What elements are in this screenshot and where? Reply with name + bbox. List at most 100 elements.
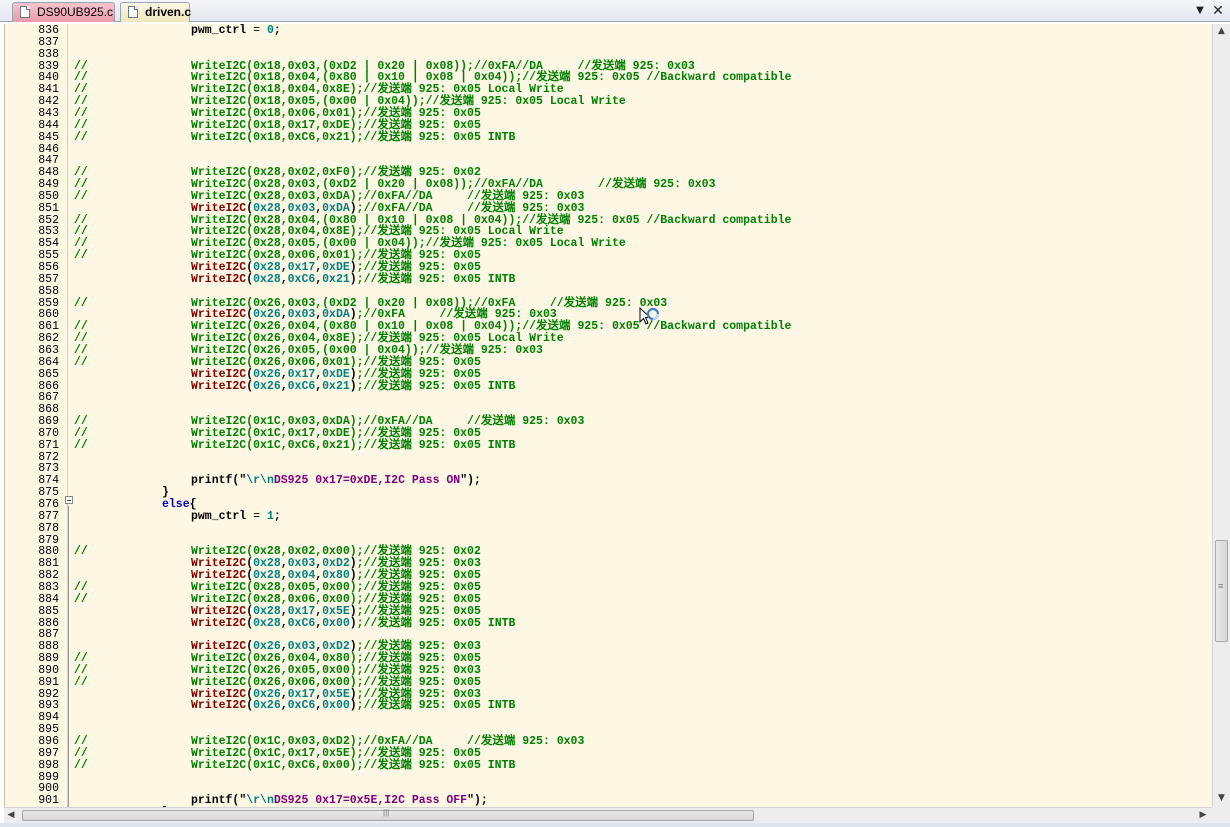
line-number: 858 — [38, 284, 59, 298]
comment-marker: // — [74, 296, 88, 310]
code-token: ) — [349, 379, 357, 393]
vertical-scrollbar[interactable]: ▲ ▼ — [1212, 24, 1230, 807]
tab-list-dropdown-icon[interactable]: ▼ — [1192, 3, 1208, 19]
comment-marker: // — [74, 118, 88, 132]
code-token: ;//发送端 925: 0x05 INTB — [356, 699, 516, 713]
comment-marker: // — [74, 592, 88, 606]
code-token: 0x28 — [253, 616, 281, 630]
code-token: WriteI2C(0x1C,0xC6,0x21);//发送端 925: 0x05… — [191, 438, 516, 452]
line-number: 838 — [38, 47, 59, 61]
code-text: printf("\r\nDS925 0x17=0xDE,I2C Pass ON"… — [191, 475, 481, 487]
code-token: 0x26 — [253, 699, 281, 713]
code-token: DS925 0x17=0x5E,I2C Pass OFF — [273, 794, 468, 807]
code-token: 0x28 — [253, 272, 281, 286]
code-token: WriteI2C — [191, 272, 247, 286]
code-token: pwm_ctrl — [191, 24, 247, 37]
code-token: , — [280, 272, 288, 286]
code-token: 0x21 — [322, 379, 350, 393]
code-token: printf — [191, 474, 233, 488]
scroll-right-icon[interactable]: ▶ — [1196, 808, 1210, 823]
code-token: 0xC6 — [287, 379, 316, 393]
code-text: WriteI2C(0x18,0xC6,0x21);//发送端 925: 0x05… — [191, 130, 516, 144]
code-token: \r\n — [246, 794, 274, 807]
fold-toggle-icon[interactable] — [65, 496, 73, 504]
file-icon — [20, 6, 30, 18]
scroll-corner — [1212, 807, 1230, 823]
code-token: pwm_ctrl — [191, 509, 247, 523]
line-number: 891 — [38, 675, 59, 689]
tab-ds90ub925[interactable]: DS90UB925.c — [12, 2, 115, 22]
code-text: WriteI2C(0x26,0xC6,0x00);//发送端 925: 0x05… — [191, 700, 515, 712]
code-token: \r\n — [246, 474, 274, 488]
code-token: ) — [349, 616, 357, 630]
tab-bar: DS90UB925.c driven.c ▼ ✕ — [0, 0, 1230, 22]
line-number: 865 — [38, 367, 59, 381]
code-token: , — [280, 379, 288, 393]
horizontal-scroll-thumb[interactable] — [22, 808, 754, 821]
close-tab-icon[interactable]: ✕ — [1210, 3, 1226, 19]
tab-driven[interactable]: driven.c — [120, 2, 192, 22]
code-token: ) — [349, 272, 357, 286]
code-token: 0xC6 — [287, 616, 316, 630]
code-token: printf — [191, 794, 233, 807]
comment-marker: // — [74, 438, 88, 452]
comment-marker: // — [74, 189, 88, 203]
code-token: , — [280, 699, 288, 713]
code-token: , — [280, 616, 288, 630]
code-token: WriteI2C(0x1C,0xC6,0x00);//发送端 925: 0x05… — [191, 758, 516, 772]
code-token: (" — [232, 794, 247, 807]
line-number: 878 — [38, 521, 59, 535]
comment-marker: // — [74, 355, 88, 369]
code-token: ;//发送端 925: 0x05 INTB — [356, 379, 516, 393]
scroll-left-icon[interactable]: ◀ — [4, 808, 18, 823]
code-token: 0xC6 — [287, 272, 316, 286]
code-token: 1 — [266, 509, 274, 523]
code-token: (" — [232, 474, 247, 488]
code-editor[interactable]: 836 pwm_ctrl = 0; 837 838 839//WriteI2C(0x18… — [4, 24, 1213, 807]
tab-label: driven.c — [145, 5, 192, 19]
code-token: 0x00 — [322, 699, 350, 713]
scroll-up-icon[interactable]: ▲ — [1213, 24, 1230, 38]
comment-marker: // — [74, 249, 88, 263]
vertical-scroll-thumb[interactable] — [1215, 540, 1228, 642]
code-token: WriteI2C — [191, 379, 247, 393]
code-text: printf("\r\nDS925 0x17=0x5E,I2C Pass OFF… — [191, 795, 488, 807]
code-token: = — [246, 24, 267, 37]
code-token: ;//发送端 925: 0x05 INTB — [356, 272, 516, 286]
line-number: 898 — [38, 758, 59, 772]
code-text: WriteI2C(0x1C,0xC6,0x21);//发送端 925: 0x05… — [191, 438, 516, 452]
code-token: DS925 0x17=0xDE,I2C Pass ON — [273, 474, 461, 488]
line-number: 845 — [38, 130, 59, 144]
code-token: "); — [467, 794, 488, 807]
code-token: WriteI2C — [191, 616, 247, 630]
code-text: pwm_ctrl = 0; — [191, 25, 281, 37]
code-token: 0x21 — [322, 272, 350, 286]
code-token: "); — [460, 474, 481, 488]
line-number: 885 — [38, 604, 59, 618]
code-token: 0 — [266, 24, 274, 37]
fold-guide-line — [68, 506, 69, 807]
comment-marker: // — [74, 130, 88, 144]
file-icon — [128, 6, 138, 18]
line-number: 884 — [38, 592, 59, 606]
horizontal-scrollbar[interactable]: ◀ ▶ — [4, 807, 1212, 823]
code-token: 0x00 — [322, 616, 350, 630]
code-text: WriteI2C(0x28,0xC6,0x00);//发送端 925: 0x05… — [191, 616, 516, 630]
window-bottom-edge — [0, 823, 1230, 827]
comment-marker: // — [74, 675, 88, 689]
line-number: 871 — [38, 438, 59, 452]
code-token: WriteI2C — [191, 699, 247, 713]
line-number: 864 — [38, 355, 59, 369]
code-token: ;//发送端 925: 0x05 INTB — [356, 616, 516, 630]
code-token: 0xC6 — [287, 699, 316, 713]
comment-marker: // — [74, 545, 88, 559]
code-token: 0x26 — [253, 379, 281, 393]
scroll-down-icon[interactable]: ▼ — [1213, 791, 1230, 805]
code-token: ; — [273, 509, 281, 523]
busy-cursor-icon — [639, 307, 660, 325]
code-text: pwm_ctrl = 1; — [191, 509, 281, 523]
line-number: 851 — [38, 201, 59, 215]
code-token: WriteI2C(0x18,0xC6,0x21);//发送端 925: 0x05… — [191, 130, 516, 144]
code-text: WriteI2C(0x28,0xC6,0x21);//发送端 925: 0x05… — [191, 272, 516, 286]
line-number: 844 — [38, 118, 59, 132]
